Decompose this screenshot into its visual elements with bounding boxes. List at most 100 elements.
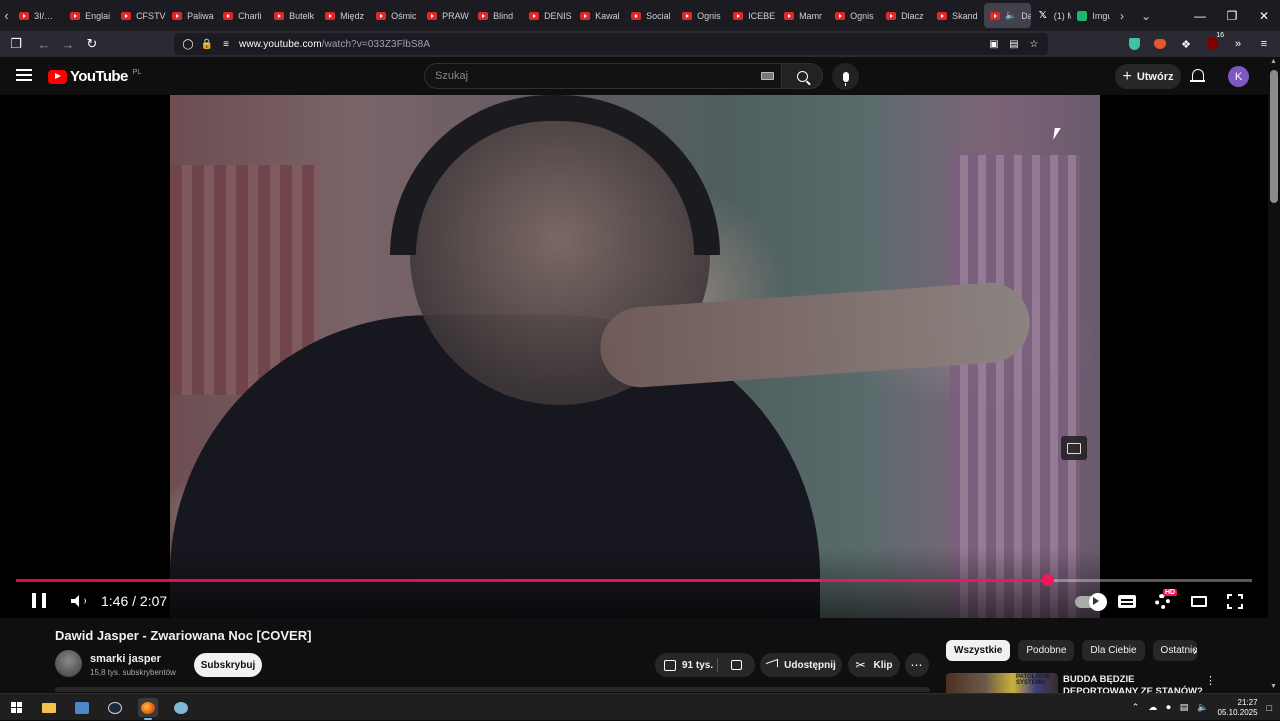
list-all-tabs-icon[interactable]: ⌄ (1134, 9, 1158, 23)
lock-icon[interactable]: 🔒 (201, 38, 213, 50)
autoplay-toggle[interactable] (1075, 593, 1107, 611)
keyboard-icon[interactable] (761, 72, 774, 80)
settings-gear-icon[interactable] (1155, 594, 1170, 609)
scrollbar-thumb[interactable] (1270, 70, 1278, 203)
recommendation-thumbnail[interactable]: PATOLOGIE SYSTEMU (946, 673, 1058, 693)
app-menu-icon[interactable]: ≡ (1256, 36, 1272, 52)
chip-related[interactable]: Podobne (1018, 640, 1075, 661)
bookmark-star-icon[interactable]: ☆ (1028, 38, 1040, 50)
more-actions-icon[interactable]: ⋯ (905, 653, 929, 677)
restore-window-icon[interactable]: ❐ (1216, 9, 1248, 23)
browser-tab[interactable]: Butelk (268, 0, 319, 31)
picture-in-picture-icon[interactable]: ▣ (988, 38, 1000, 50)
sidebar-toggle-icon[interactable]: ❐ (4, 32, 28, 56)
minimize-window-icon[interactable]: — (1184, 9, 1216, 23)
browser-tab[interactable]: Dlacz (880, 0, 931, 31)
start-button[interactable] (6, 698, 26, 717)
network-icon[interactable]: ▤ (1180, 702, 1189, 713)
browser-tab[interactable]: ICEBE (727, 0, 778, 31)
recommendation-menu-icon[interactable]: ⋮ (1205, 674, 1216, 687)
reader-view-icon[interactable]: ▤ (1008, 38, 1020, 50)
chip-all[interactable]: Wszystkie (946, 640, 1011, 661)
browser-tab[interactable]: Międz (319, 0, 370, 31)
speaker-icon[interactable]: 🔈 (1005, 10, 1016, 21)
browser-tab[interactable]: PRAW (421, 0, 472, 31)
speaker-tray-icon[interactable]: 🔈 (1197, 702, 1208, 713)
subtitles-icon[interactable] (1118, 595, 1136, 608)
privacy-extension-icon[interactable] (1126, 36, 1142, 52)
browser-tab[interactable]: Mamr (778, 0, 829, 31)
youtube-logo[interactable]: YouTube PL (48, 68, 141, 85)
back-button-icon[interactable]: ← (32, 32, 56, 56)
notifications-icon[interactable]: □ (1267, 703, 1272, 713)
tracking-shield-icon[interactable]: ◯ (182, 38, 194, 50)
chip-for-you[interactable]: Dla Ciebie (1082, 640, 1145, 661)
account-avatar[interactable]: K (1228, 66, 1249, 87)
miniplayer-icon[interactable] (1061, 436, 1087, 460)
share-button[interactable]: Udostępnij (760, 653, 842, 677)
theater-mode-icon[interactable] (1191, 596, 1207, 607)
scroll-up-arrow-icon[interactable]: ▲ (1270, 58, 1277, 65)
guide-menu-icon[interactable] (16, 69, 32, 81)
channel-name[interactable]: smarki jasper (90, 653, 161, 665)
browser-tab[interactable]: Kawal (574, 0, 625, 31)
tab-scroll-left-icon[interactable]: ‹ (0, 0, 13, 31)
microphone-tray-icon[interactable]: ⏺ (1166, 702, 1171, 713)
browser-tab[interactable]: Ognis (829, 0, 880, 31)
browser-tab[interactable]: Englai (64, 0, 115, 31)
active-tab[interactable]: 🔈 Dav ✕ (984, 3, 1031, 28)
create-button[interactable]: + Utwórz (1115, 64, 1181, 89)
extensions-puzzle-icon[interactable]: ❖ (1178, 36, 1194, 52)
video-frame[interactable] (170, 95, 1100, 618)
firefox-taskbar-icon[interactable] (138, 698, 158, 720)
chevron-right-icon[interactable]: › (1193, 644, 1197, 658)
scroll-down-arrow-icon[interactable]: ▼ (1270, 683, 1277, 690)
tab-x[interactable]: 𝕏 (1) M (1033, 0, 1072, 31)
volume-icon[interactable] (71, 595, 86, 607)
search-input[interactable] (435, 70, 735, 82)
url-bar[interactable]: ◯ 🔒 ≡ www.youtube.com/watch?v=033Z3FlbS8… (174, 33, 1048, 55)
progress-bar[interactable] (16, 574, 1252, 586)
browser-tab[interactable]: Social (625, 0, 676, 31)
browser-tab[interactable]: CFSTV (115, 0, 166, 31)
reload-button-icon[interactable]: ↻ (80, 32, 104, 56)
browser-tab[interactable]: Ognis (676, 0, 727, 31)
clip-button[interactable]: ✂ Klip (848, 653, 900, 677)
pause-icon[interactable] (32, 593, 46, 608)
like-icon[interactable] (664, 659, 676, 671)
fullscreen-icon[interactable] (1227, 594, 1243, 609)
monitor-app-icon[interactable] (72, 698, 92, 717)
clock[interactable]: 21:27 05.10.2025 (1218, 698, 1258, 718)
browser-tab[interactable]: 3I/… (13, 0, 64, 31)
file-explorer-icon[interactable] (39, 698, 59, 717)
browser-tab[interactable]: Blind (472, 0, 523, 31)
subscribe-button[interactable]: Subskrybuj (194, 653, 262, 677)
description-box[interactable] (55, 687, 930, 692)
overflow-menu-icon[interactable]: » (1230, 36, 1246, 52)
steam-icon[interactable] (105, 698, 125, 717)
browser-tab[interactable]: Skand (931, 0, 982, 31)
tab-imgur[interactable]: Imgur (1071, 0, 1110, 31)
browser-tab[interactable]: Paliwa (166, 0, 217, 31)
dislike-icon[interactable] (731, 660, 742, 670)
ublock-extension-icon[interactable]: 16 (1204, 32, 1225, 52)
chip-recent[interactable]: Ostatnio (1152, 640, 1197, 661)
tab-scroll-right-icon[interactable]: › (1110, 9, 1134, 23)
fox-extension-icon[interactable] (1152, 36, 1168, 52)
like-count[interactable]: 91 tys. (682, 660, 713, 671)
recommendation-title[interactable]: BUDDA BĘDZIE DEPORTOWANY ZE STANÓW? (ELO… (1063, 674, 1203, 694)
tray-overflow-icon[interactable]: ⌃ (1132, 702, 1140, 713)
video-player[interactable]: 1:46 / 2:07 HD (0, 95, 1268, 618)
permissions-icon[interactable]: ≡ (220, 38, 232, 50)
browser-tab[interactable]: Ośmic (370, 0, 421, 31)
app-taskbar-icon[interactable] (171, 698, 191, 717)
close-window-icon[interactable]: ✕ (1248, 9, 1280, 23)
search-button[interactable] (781, 63, 823, 89)
url-text[interactable]: www.youtube.com/watch?v=033Z3FlbS8A (239, 39, 430, 50)
browser-tab[interactable]: DENIS (523, 0, 574, 31)
forward-button-icon[interactable]: → (56, 32, 80, 56)
browser-tab[interactable]: Charli (217, 0, 268, 31)
channel-avatar[interactable] (55, 650, 82, 677)
voice-search-button[interactable] (832, 63, 859, 90)
notifications-bell-icon[interactable] (1190, 69, 1205, 82)
